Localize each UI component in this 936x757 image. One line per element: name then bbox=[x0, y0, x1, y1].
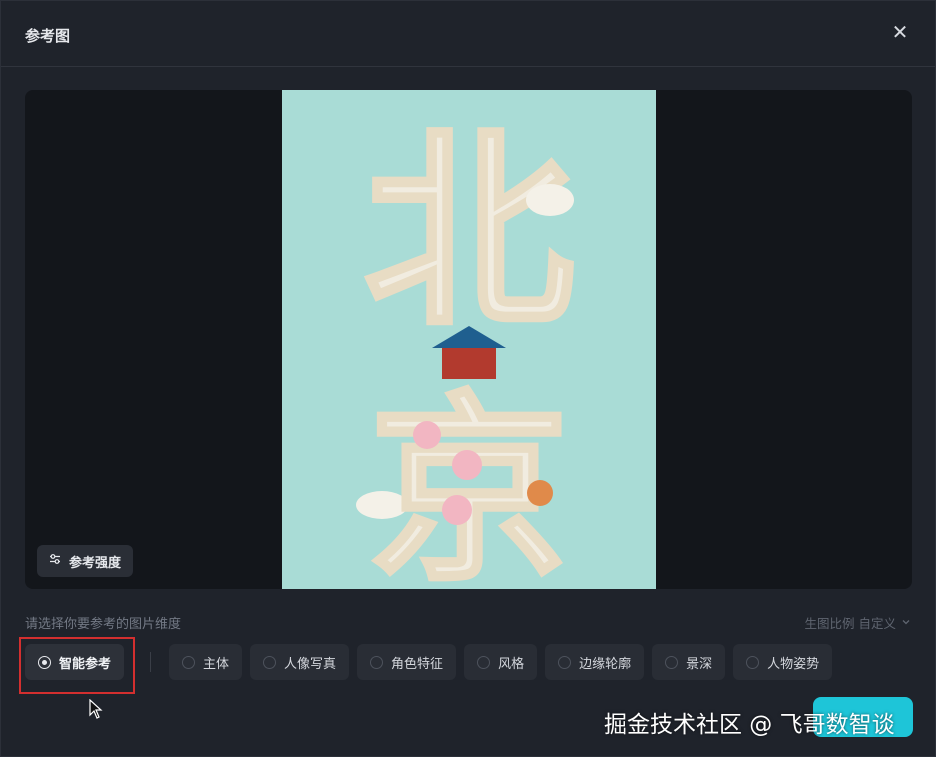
option-subject[interactable]: 主体 bbox=[169, 644, 243, 680]
option-label: 风格 bbox=[498, 656, 525, 672]
annotation-highlight-box bbox=[19, 637, 135, 694]
dialog-title: 参考图 bbox=[25, 27, 71, 45]
radio-icon bbox=[182, 655, 196, 669]
option-label: 边缘轮廓 bbox=[579, 656, 632, 672]
reference-strength-label: 参考强度 bbox=[69, 555, 122, 571]
mouse-cursor-icon bbox=[89, 699, 103, 719]
radio-icon bbox=[370, 655, 384, 669]
aspect-ratio-label: 生图比例 自定义 bbox=[804, 616, 896, 631]
option-portrait[interactable]: 人像写真 bbox=[250, 644, 350, 680]
option-pose[interactable]: 人物姿势 bbox=[733, 644, 833, 680]
radio-icon bbox=[665, 655, 679, 669]
radio-icon bbox=[477, 655, 491, 669]
option-character-features[interactable]: 角色特征 bbox=[357, 644, 457, 680]
radio-icon bbox=[263, 655, 277, 669]
reference-image-dialog: 参考图 ✕ 北 京 参考强度 请选择你要参考的图片维度 生图比例 自定义 智能参… bbox=[0, 0, 936, 757]
dimension-hint: 请选择你要参考的图片维度 bbox=[25, 617, 182, 632]
option-label: 景深 bbox=[686, 656, 713, 672]
reference-strength-button[interactable]: 参考强度 bbox=[37, 545, 134, 577]
option-depth[interactable]: 景深 bbox=[652, 644, 726, 680]
option-label: 人物姿势 bbox=[767, 656, 820, 672]
image-text-bei: 北 bbox=[364, 108, 574, 355]
dialog-header: 参考图 ✕ bbox=[1, 1, 935, 67]
option-label: 角色特征 bbox=[391, 656, 444, 672]
chevron-down-icon bbox=[901, 615, 911, 630]
radio-icon bbox=[558, 655, 572, 669]
option-divider bbox=[150, 652, 152, 672]
watermark: 掘金技术社区 @ 飞哥数智谈 bbox=[604, 712, 895, 738]
option-edge-outline[interactable]: 边缘轮廓 bbox=[545, 644, 645, 680]
dimension-options: 智能参考 主体 人像写真 角色特征 风格 边缘轮廓 景深 人物姿势 bbox=[25, 644, 840, 680]
option-label: 人像写真 bbox=[284, 656, 337, 672]
aspect-ratio-selector[interactable]: 生图比例 自定义 bbox=[805, 613, 911, 632]
option-label: 主体 bbox=[203, 656, 230, 672]
image-preview: 北 京 参考强度 bbox=[25, 90, 912, 589]
radio-icon bbox=[746, 655, 760, 669]
option-style[interactable]: 风格 bbox=[464, 644, 538, 680]
close-icon[interactable]: ✕ bbox=[889, 21, 911, 43]
sliders-icon bbox=[49, 553, 61, 569]
reference-image: 北 京 bbox=[282, 90, 656, 589]
